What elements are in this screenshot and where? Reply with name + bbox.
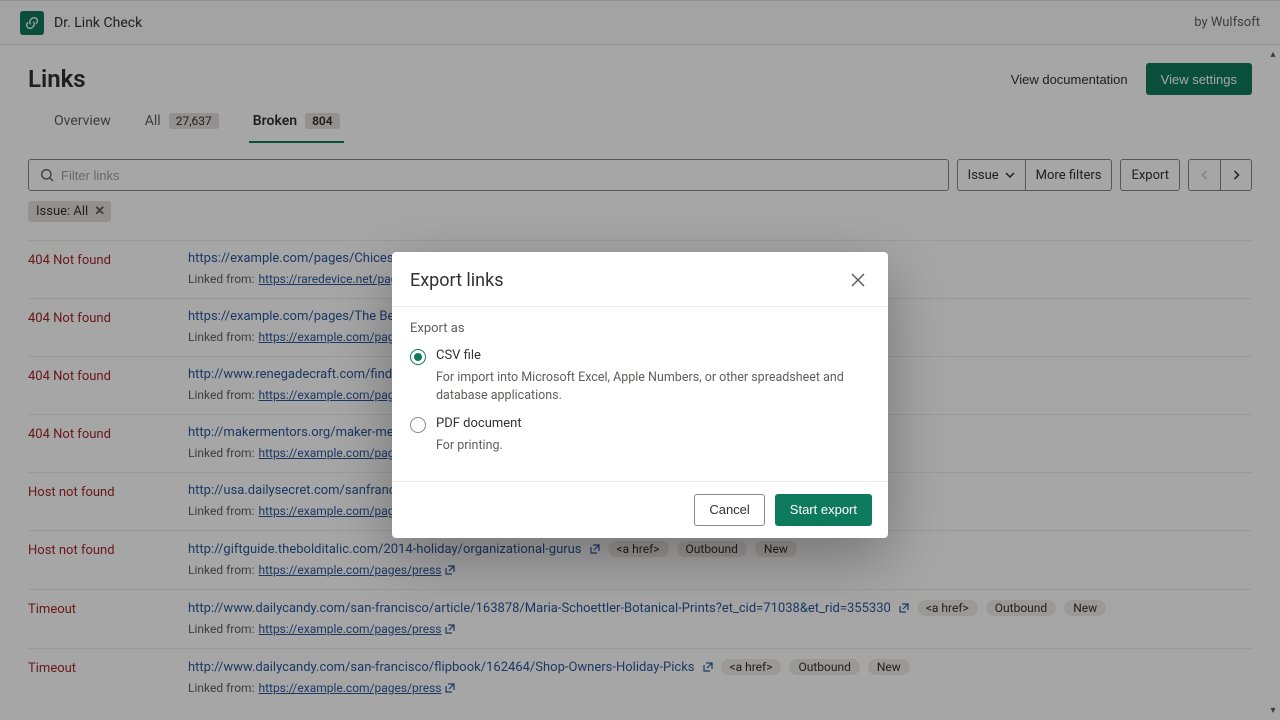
modal-header: Export links xyxy=(392,252,888,307)
export-as-label: Export as xyxy=(410,321,870,336)
close-icon xyxy=(851,273,865,287)
start-export-button[interactable]: Start export xyxy=(775,494,872,526)
radio-pdf[interactable]: PDF document xyxy=(410,412,870,435)
cancel-button[interactable]: Cancel xyxy=(694,494,764,526)
radio-csv-label: CSV file xyxy=(436,348,481,363)
radio-pdf-label: PDF document xyxy=(436,416,522,431)
modal-footer: Cancel Start export xyxy=(392,481,888,538)
export-modal: Export links Export as CSV file For impo… xyxy=(392,252,888,538)
modal-close-button[interactable] xyxy=(846,268,870,292)
radio-csv-input[interactable] xyxy=(410,349,426,365)
modal-overlay[interactable]: Export links Export as CSV file For impo… xyxy=(0,0,1280,720)
modal-title: Export links xyxy=(410,270,846,291)
radio-csv[interactable]: CSV file xyxy=(410,344,870,367)
radio-pdf-desc: For printing. xyxy=(436,437,870,455)
radio-csv-desc: For import into Microsoft Excel, Apple N… xyxy=(436,369,870,404)
modal-body: Export as CSV file For import into Micro… xyxy=(392,307,888,481)
radio-pdf-input[interactable] xyxy=(410,417,426,433)
